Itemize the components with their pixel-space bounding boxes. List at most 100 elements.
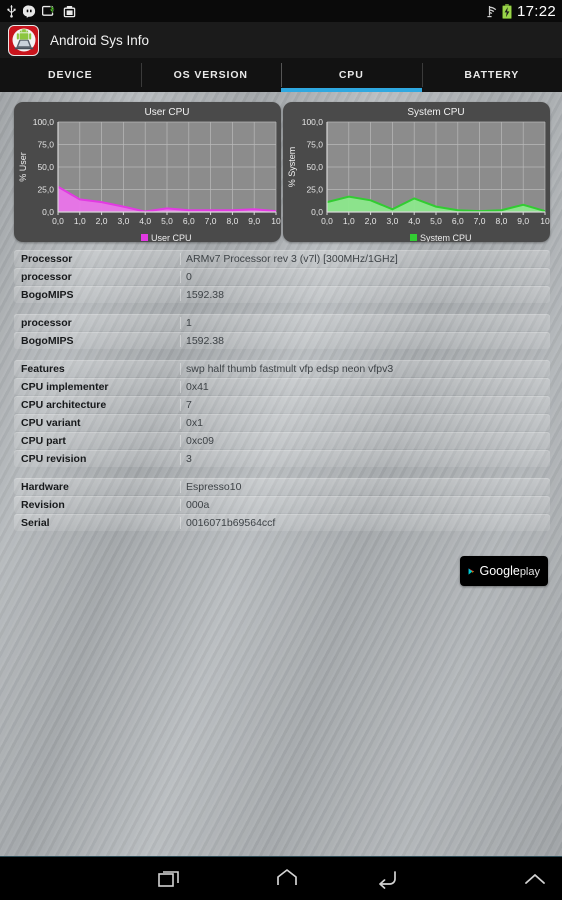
app-logo-icon[interactable]	[8, 24, 39, 56]
row-label: Processor	[21, 252, 73, 265]
info-row-group: Features swp half thumb fastmult vfp edsp…	[14, 360, 550, 467]
y-axis-tick: 100,0	[302, 117, 324, 127]
row-label: Serial	[21, 516, 50, 529]
x-axis-tick: 8,0	[226, 216, 238, 226]
status-bar-left-icons	[6, 4, 76, 18]
tab-os-version[interactable]: OS VERSION	[140, 58, 282, 92]
cpu-tab-content: User CPU 0,0 25,0 50,0 75,0 100,0 0,0 1,0 2,0 3,0…	[0, 92, 562, 856]
x-axis-tick: 4,0	[408, 216, 420, 226]
usb-icon	[7, 5, 16, 18]
info-row-group: Hardware Espresso10 Revision 000a Serial 0016…	[14, 478, 550, 531]
x-axis-tick: 1,0	[74, 216, 86, 226]
x-axis-tick: 3,0	[386, 216, 398, 226]
google-play-button[interactable]: Googleplay	[460, 556, 548, 586]
table-row[interactable]: Processor ARMv7 Processor rev 3 (v7l) [30…	[14, 250, 550, 267]
row-value: 7	[180, 398, 550, 411]
x-axis-tick: 10	[271, 216, 281, 226]
chart-legend: User CPU	[151, 233, 192, 242]
table-row[interactable]: CPU variant 0x1	[14, 414, 550, 431]
row-label: Hardware	[21, 480, 69, 493]
x-axis-tick: 9,0	[248, 216, 260, 226]
recents-icon[interactable]	[158, 868, 184, 890]
chart-title: User CPU	[144, 107, 189, 118]
table-row[interactable]: CPU implementer 0x41	[14, 378, 550, 395]
row-value: 0	[180, 270, 550, 283]
y-axis-tick: 100,0	[33, 117, 55, 127]
row-label: BogoMIPS	[21, 334, 74, 347]
status-bar-right-icons: 17:22	[482, 3, 556, 20]
cpu-charts-area: User CPU 0,0 25,0 50,0 75,0 100,0 0,0 1,0 2,0 3,0…	[0, 92, 562, 242]
row-value: Espresso10	[180, 480, 550, 493]
row-value: ARMv7 Processor rev 3 (v7l) [300MHz/1GHz…	[180, 252, 550, 265]
row-value: 0016071b69564ccf	[180, 516, 550, 529]
y-axis-label: % System	[287, 147, 297, 188]
row-value: 1592.38	[180, 288, 550, 301]
row-label: BogoMIPS	[21, 288, 74, 301]
x-axis-tick: 10	[540, 216, 550, 226]
x-axis-tick: 7,0	[205, 216, 217, 226]
info-row-group: processor 1 BogoMIPS 1592.38	[14, 314, 550, 349]
table-row[interactable]: Revision 000a	[14, 496, 550, 513]
row-value: 1	[180, 316, 550, 329]
table-row[interactable]: CPU architecture 7	[14, 396, 550, 413]
google-play-area: Googleplay	[0, 542, 562, 586]
info-row-group: Processor ARMv7 Processor rev 3 (v7l) [30…	[14, 250, 550, 303]
home-icon[interactable]	[274, 868, 300, 890]
y-axis-tick: 25,0	[306, 185, 323, 195]
row-label: processor	[21, 270, 72, 283]
table-row[interactable]: CPU part 0xc09	[14, 432, 550, 449]
system-navigation-bar	[0, 856, 562, 900]
status-bar-clock: 17:22	[516, 2, 556, 20]
y-axis-tick: 75,0	[37, 140, 54, 150]
row-label: Revision	[21, 498, 65, 511]
hangouts-icon	[23, 4, 36, 18]
status-bar: 17:22	[0, 0, 562, 22]
tab-cpu[interactable]: CPU	[281, 58, 422, 92]
row-label: processor	[21, 316, 72, 329]
table-row[interactable]: processor 1	[14, 314, 550, 331]
tab-battery[interactable]: BATTERY	[421, 58, 562, 92]
table-row[interactable]: CPU revision 3	[14, 450, 550, 467]
x-axis-tick: 7,0	[474, 216, 486, 226]
x-axis-tick: 2,0	[96, 216, 108, 226]
row-value: 0xc09	[180, 434, 550, 447]
expand-up-icon[interactable]	[522, 869, 548, 889]
usb-transfer-icon	[42, 5, 56, 16]
table-row[interactable]: Hardware Espresso10	[14, 478, 550, 495]
battery-charging-icon	[502, 3, 512, 19]
wifi-icon	[487, 6, 497, 18]
y-axis-label: % User	[18, 152, 28, 182]
app-title: Android Sys Info	[50, 32, 150, 48]
row-label: CPU variant	[21, 416, 81, 429]
chart-title: System CPU	[407, 107, 464, 118]
table-row[interactable]: Serial 0016071b69564ccf	[14, 514, 550, 531]
row-label: CPU implementer	[21, 380, 109, 393]
row-value: 0x1	[180, 416, 550, 429]
row-value: 1592.38	[180, 334, 550, 347]
row-value: 3	[180, 452, 550, 465]
x-axis-tick: 3,0	[117, 216, 129, 226]
y-axis-tick: 50,0	[37, 162, 54, 172]
tab-device[interactable]: DEVICE	[0, 58, 141, 92]
x-axis-tick: 5,0	[161, 216, 173, 226]
row-value: 000a	[180, 498, 550, 511]
table-row[interactable]: Features swp half thumb fastmult vfp edsp…	[14, 360, 550, 377]
y-axis-tick: 50,0	[306, 162, 323, 172]
row-label: CPU revision	[21, 452, 87, 465]
chart-legend: System CPU	[420, 233, 472, 242]
y-axis-tick: 75,0	[306, 140, 323, 150]
google-play-word-google: Google	[479, 563, 520, 578]
table-row[interactable]: BogoMIPS 1592.38	[14, 286, 550, 303]
row-value: 0x41	[180, 380, 550, 393]
tab-bar: DEVICE OS VERSION CPU BATTERY	[0, 58, 562, 92]
x-axis-tick: 4,0	[139, 216, 151, 226]
back-icon[interactable]	[375, 868, 401, 890]
x-axis-tick: 6,0	[183, 216, 195, 226]
x-axis-tick: 6,0	[452, 216, 464, 226]
table-row[interactable]: processor 0	[14, 268, 550, 285]
user-cpu-chart: User CPU 0,0 25,0 50,0 75,0 100,0 0,0 1,0 2,0 3,0…	[14, 102, 281, 242]
system-cpu-chart: System CPU 0,0 25,0 50,0 75,0 100,0 0,0 1,0 2,0 3…	[283, 102, 550, 242]
cpu-info-table: Processor ARMv7 Processor rev 3 (v7l) [30…	[0, 242, 562, 531]
table-row[interactable]: BogoMIPS 1592.38	[14, 332, 550, 349]
row-value: swp half thumb fastmult vfp edsp neon vf…	[180, 362, 550, 375]
